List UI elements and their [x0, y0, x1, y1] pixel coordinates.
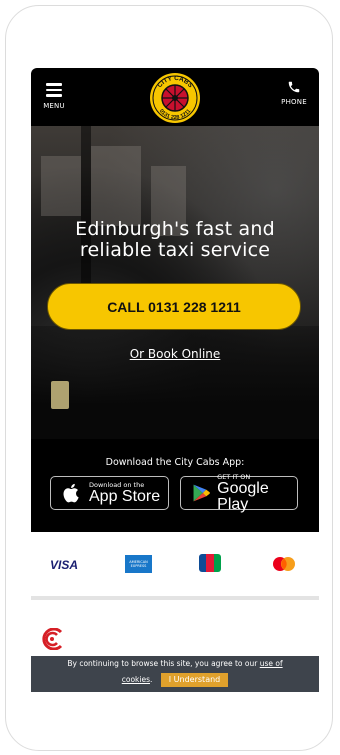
hero-title: Edinburgh's fast and reliable taxi servi… [31, 219, 319, 261]
app-store-button[interactable]: Download on the App Store [50, 476, 169, 510]
amex-logo: AMERICAN EXPRESS [125, 555, 152, 573]
cookie-policy-link-2[interactable]: cookies [122, 675, 150, 684]
mastercard-logo [273, 557, 295, 571]
section-divider [31, 596, 319, 600]
hero-title-line1: Edinburgh's fast and [75, 218, 275, 240]
menu-button[interactable]: MENU [39, 80, 69, 110]
app-download-title: Download the City Cabs App: [105, 457, 245, 468]
menu-label: MENU [43, 101, 65, 110]
mobile-screen: MENU CITY CABS 0131 228 1211 PHONE Edinb… [31, 68, 319, 692]
apple-icon [63, 483, 79, 503]
visa-logo: VISA [50, 558, 79, 572]
app-download-bar: Download the City Cabs App: Download on … [31, 439, 319, 532]
google-play-icon [193, 484, 210, 502]
cookie-policy-link[interactable]: use of [260, 659, 283, 668]
google-play-big-text: Google Play [217, 480, 269, 513]
hamburger-icon [39, 83, 69, 97]
jcb-logo [199, 554, 221, 572]
cookie-period: . [149, 675, 153, 684]
google-play-button[interactable]: GET IT ON Google Play [180, 473, 298, 513]
payment-methods: VISA AMERICAN EXPRESS [31, 546, 319, 582]
call-button[interactable]: CALL 0131 228 1211 [47, 283, 301, 330]
hero-title-line2: reliable taxi service [79, 239, 271, 261]
phone-icon [288, 81, 300, 93]
hero-section: Edinburgh's fast and reliable taxi servi… [31, 126, 319, 439]
app-store-big-text: App Store [89, 488, 161, 505]
top-nav-bar: MENU CITY CABS 0131 228 1211 PHONE [31, 68, 319, 126]
cookie-text: By continuing to browse this site, you a… [67, 659, 258, 668]
book-online-link[interactable]: Or Book Online [31, 347, 319, 361]
phone-button[interactable]: PHONE [277, 80, 311, 106]
cookie-banner: By continuing to browse this site, you a… [31, 656, 319, 692]
city-cabs-logo[interactable]: CITY CABS 0131 228 1211 [149, 72, 201, 124]
footer-logo-icon [42, 628, 63, 650]
taxi-plate [51, 381, 69, 409]
phone-label: PHONE [281, 98, 307, 106]
taxi-background [31, 326, 319, 439]
cookie-accept-button[interactable]: I Understand [160, 673, 229, 687]
